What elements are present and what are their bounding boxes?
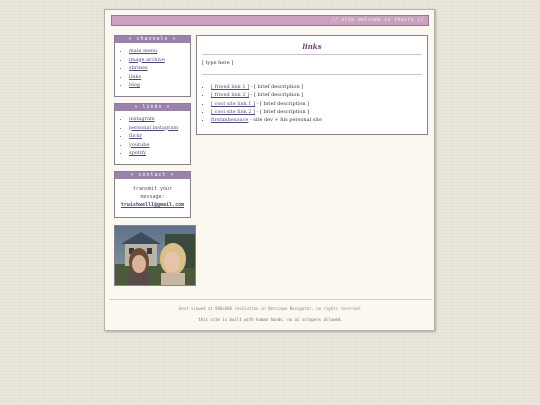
- intro-placeholder-text: [ type here ]: [202, 60, 234, 66]
- site-banner: // site welcome is theirs //: [111, 15, 429, 26]
- link-description: - [ brief description ]: [255, 100, 310, 107]
- friend-link-2[interactable]: [ friend link 2 ]: [211, 92, 249, 98]
- page-frame: // site welcome is theirs // » channels …: [104, 9, 435, 331]
- title-divider: [202, 54, 422, 55]
- nav-link-shrines[interactable]: shrines: [129, 64, 190, 73]
- main-content-panel: links [ type here ] [ friend link 1 ] - …: [196, 35, 428, 135]
- link-description: - [ brief description ]: [249, 84, 304, 90]
- social-links-list: instagram personal instagram flickr yout…: [115, 115, 190, 158]
- social-link-spotify[interactable]: spotify: [129, 149, 190, 158]
- contact-line-2: message:: [140, 194, 165, 200]
- nav-link-blog[interactable]: blog: [129, 81, 190, 90]
- social-link-instagram[interactable]: instagram: [129, 115, 190, 124]
- contact-box: » contact « transmit your message: trwis…: [114, 171, 191, 218]
- contact-heading: » contact «: [115, 172, 190, 179]
- social-link-personal-instagram[interactable]: personal instagram: [129, 124, 190, 133]
- links-list: [ friend link 1 ] - [ brief description …: [197, 83, 427, 124]
- photo-illustration: [115, 226, 195, 285]
- list-item: [ friend link 2 ] - [ brief description …: [211, 91, 427, 99]
- contact-email-link[interactable]: trwishwell1@gmail.com: [115, 201, 190, 209]
- social-link-youtube[interactable]: youtube: [129, 141, 190, 150]
- firstimhesauce-link[interactable]: firstimhesauce: [211, 117, 248, 123]
- list-item: [ friend link 1 ] - [ brief description …: [211, 83, 427, 91]
- cool-site-link-2[interactable]: [ cool site link 2 ]: [211, 109, 255, 115]
- contact-line-1: transmit your: [132, 186, 173, 192]
- list-item: [ cool site link 1 ] - [ brief descripti…: [211, 100, 427, 108]
- nav-link-main-menu[interactable]: main menu: [129, 47, 190, 56]
- links-heading: » links «: [115, 104, 190, 111]
- nav-link-image-archive[interactable]: image archive: [129, 56, 190, 65]
- channels-heading: » channels «: [115, 36, 190, 43]
- social-links-box: » links « instagram personal instagram f…: [114, 103, 191, 165]
- link-description: - [ brief description ]: [255, 108, 310, 115]
- channels-list: main menu image archive shrines links bl…: [115, 47, 190, 90]
- footer-note: best viewed at 800x600 resolution in Net…: [178, 306, 363, 311]
- social-link-flickr[interactable]: flickr: [129, 132, 190, 141]
- intro-divider: [202, 74, 422, 75]
- link-description: - [ brief description ]: [249, 92, 304, 99]
- channels-box: » channels « main menu image archive shr…: [114, 35, 191, 97]
- cool-site-link-1[interactable]: [ cool site link 1 ]: [211, 101, 255, 107]
- nav-link-links[interactable]: links: [129, 73, 190, 82]
- featured-photo: [114, 225, 196, 286]
- list-item: [ cool site link 2 ] - [ brief descripti…: [211, 108, 427, 116]
- friend-link-1[interactable]: [ friend link 1 ]: [211, 84, 249, 90]
- list-item: firstimhesauce - site dev + his personal…: [211, 116, 427, 124]
- footer-divider: [109, 299, 432, 300]
- link-description: - site dev + his personal site: [248, 117, 322, 124]
- page-title: links: [302, 42, 322, 51]
- contact-body: transmit your message: trwishwell1@gmail…: [115, 185, 190, 209]
- footer-disclaimer: this site is built with human hands. no …: [198, 317, 343, 322]
